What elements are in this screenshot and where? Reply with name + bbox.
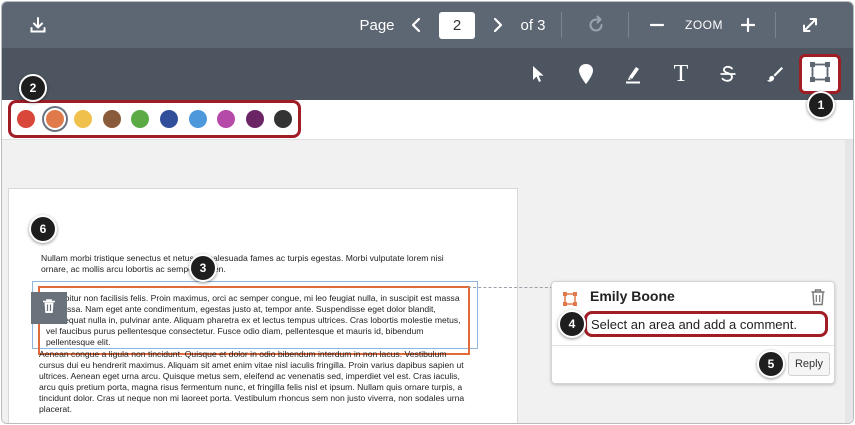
delete-annotation-button[interactable] [31, 292, 67, 324]
pin-icon[interactable] [566, 48, 606, 100]
callout-badge: 6 [29, 215, 57, 243]
expand-icon[interactable] [797, 2, 823, 48]
color-swatch[interactable] [17, 110, 35, 128]
strikethrough-icon[interactable] [708, 48, 748, 100]
document-workarea: Nullam morbi tristique senectus et netus… [2, 140, 853, 423]
color-swatch[interactable] [188, 110, 207, 128]
comment-author: Emily Boone [590, 288, 675, 304]
page-label: Page [359, 16, 395, 34]
color-picker-bar [2, 100, 853, 140]
area-annotation-icon [562, 291, 578, 307]
callout-badge: 3 [189, 254, 217, 282]
draw-icon[interactable] [755, 48, 795, 100]
trash-icon [42, 298, 56, 319]
text-icon[interactable]: T [661, 48, 701, 100]
zoom-label: ZOOM [685, 18, 723, 32]
selected-area-annotation[interactable]: Curabitur non facilisis felis. Proin max… [38, 286, 470, 355]
area-icon [808, 60, 832, 89]
color-swatch[interactable] [245, 110, 264, 128]
cursor-icon[interactable] [518, 48, 558, 100]
callout-badge: 4 [558, 310, 586, 338]
page-number-input[interactable]: 2 [439, 12, 475, 39]
rotate-icon[interactable] [582, 2, 610, 48]
comment-text[interactable]: Select an area and add a comment. [584, 311, 828, 337]
reply-button[interactable]: Reply [788, 352, 830, 376]
color-swatch[interactable] [45, 110, 64, 128]
color-swatch[interactable] [102, 110, 121, 128]
comment-divider [552, 345, 834, 346]
area-tool-button[interactable] [799, 54, 841, 94]
annotation-connector [468, 287, 553, 288]
toolbar-divider [561, 12, 562, 38]
callout-badge: 1 [807, 91, 835, 119]
callout-badge: 5 [757, 350, 785, 378]
toolbar-divider [775, 12, 776, 38]
trash-icon[interactable] [810, 288, 826, 306]
zoom-out-icon[interactable] [646, 2, 668, 48]
callout-badge: 2 [19, 74, 47, 102]
annotation-toolbar: T [2, 48, 853, 100]
toolbar-divider [628, 12, 629, 38]
document-paragraph: Aenean congue a ligula non tincidunt. Qu… [39, 349, 465, 414]
document-page: Nullam morbi tristique senectus et netus… [8, 188, 518, 423]
annotation-viewer: Page 2 of 3 ZOOM T Nullam morbi tristiqu… [1, 1, 854, 424]
download-icon[interactable] [20, 2, 56, 48]
color-swatch[interactable] [160, 110, 178, 128]
vertical-scrollbar[interactable] [845, 140, 853, 423]
previous-page-icon[interactable] [404, 2, 428, 48]
highlight-icon[interactable] [613, 48, 653, 100]
page-count-label: of 3 [520, 16, 546, 34]
comment-card: Emily Boone Select an area and add a com… [551, 281, 835, 384]
viewer-topbar: Page 2 of 3 ZOOM [2, 2, 853, 48]
next-page-icon[interactable] [486, 2, 510, 48]
zoom-in-icon[interactable] [737, 2, 759, 48]
document-paragraph: Nullam morbi tristique senectus et netus… [41, 253, 444, 274]
